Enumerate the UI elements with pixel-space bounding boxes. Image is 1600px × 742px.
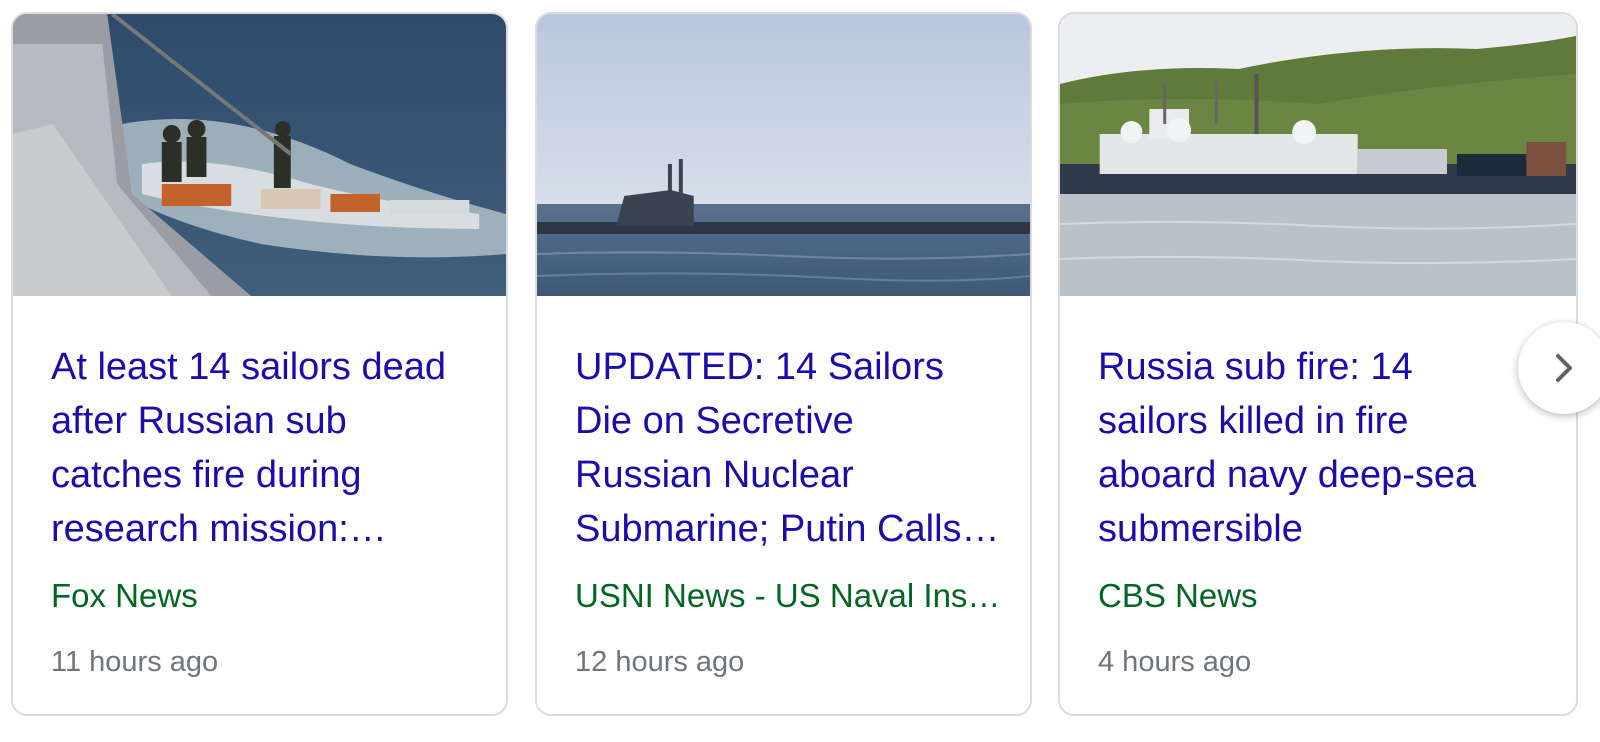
news-source: Fox News xyxy=(51,577,198,614)
news-card[interactable]: UPDATED: 14 Sailors Die on Secretive Rus… xyxy=(535,12,1032,716)
news-time: 12 hours ago xyxy=(575,646,745,678)
news-headline[interactable]: UPDATED: 14 Sailors Die on Secretive Rus… xyxy=(575,340,1010,556)
chevron-right-icon xyxy=(1556,354,1572,382)
headline-line[interactable]: submersible xyxy=(1098,502,1556,556)
headline-line[interactable]: catches fire during xyxy=(51,448,486,502)
headline-line[interactable]: At least 14 sailors dead xyxy=(51,340,486,394)
headline-line[interactable]: sailors killed in fire xyxy=(1098,394,1556,448)
headline-line[interactable]: Submarine; Putin Calls… xyxy=(575,502,1010,556)
headline-line[interactable]: aboard navy deep-sea xyxy=(1098,448,1556,502)
headline-line[interactable]: after Russian sub xyxy=(51,394,486,448)
headline-line[interactable]: research mission:… xyxy=(51,502,486,556)
news-source: USNI News - US Naval Ins… xyxy=(575,577,1001,614)
news-thumbnail[interactable] xyxy=(13,14,506,296)
news-headline[interactable]: Russia sub fire: 14 sailors killed in fi… xyxy=(1098,340,1556,556)
carousel-next-button[interactable] xyxy=(1518,322,1600,414)
news-thumbnail[interactable] xyxy=(537,14,1030,296)
headline-line[interactable]: Russian Nuclear xyxy=(575,448,1010,502)
headline-line[interactable]: Russia sub fire: 14 xyxy=(1098,340,1556,394)
news-time: 4 hours ago xyxy=(1098,646,1252,678)
news-source: CBS News xyxy=(1098,577,1258,614)
headline-line[interactable]: UPDATED: 14 Sailors xyxy=(575,340,1010,394)
news-time: 11 hours ago xyxy=(51,646,219,678)
news-thumbnail[interactable] xyxy=(1060,14,1576,296)
news-headline[interactable]: At least 14 sailors dead after Russian s… xyxy=(51,340,486,556)
news-card[interactable]: At least 14 sailors dead after Russian s… xyxy=(11,12,508,716)
news-card[interactable]: Russia sub fire: 14 sailors killed in fi… xyxy=(1058,12,1578,716)
headline-line[interactable]: Die on Secretive xyxy=(575,394,1010,448)
